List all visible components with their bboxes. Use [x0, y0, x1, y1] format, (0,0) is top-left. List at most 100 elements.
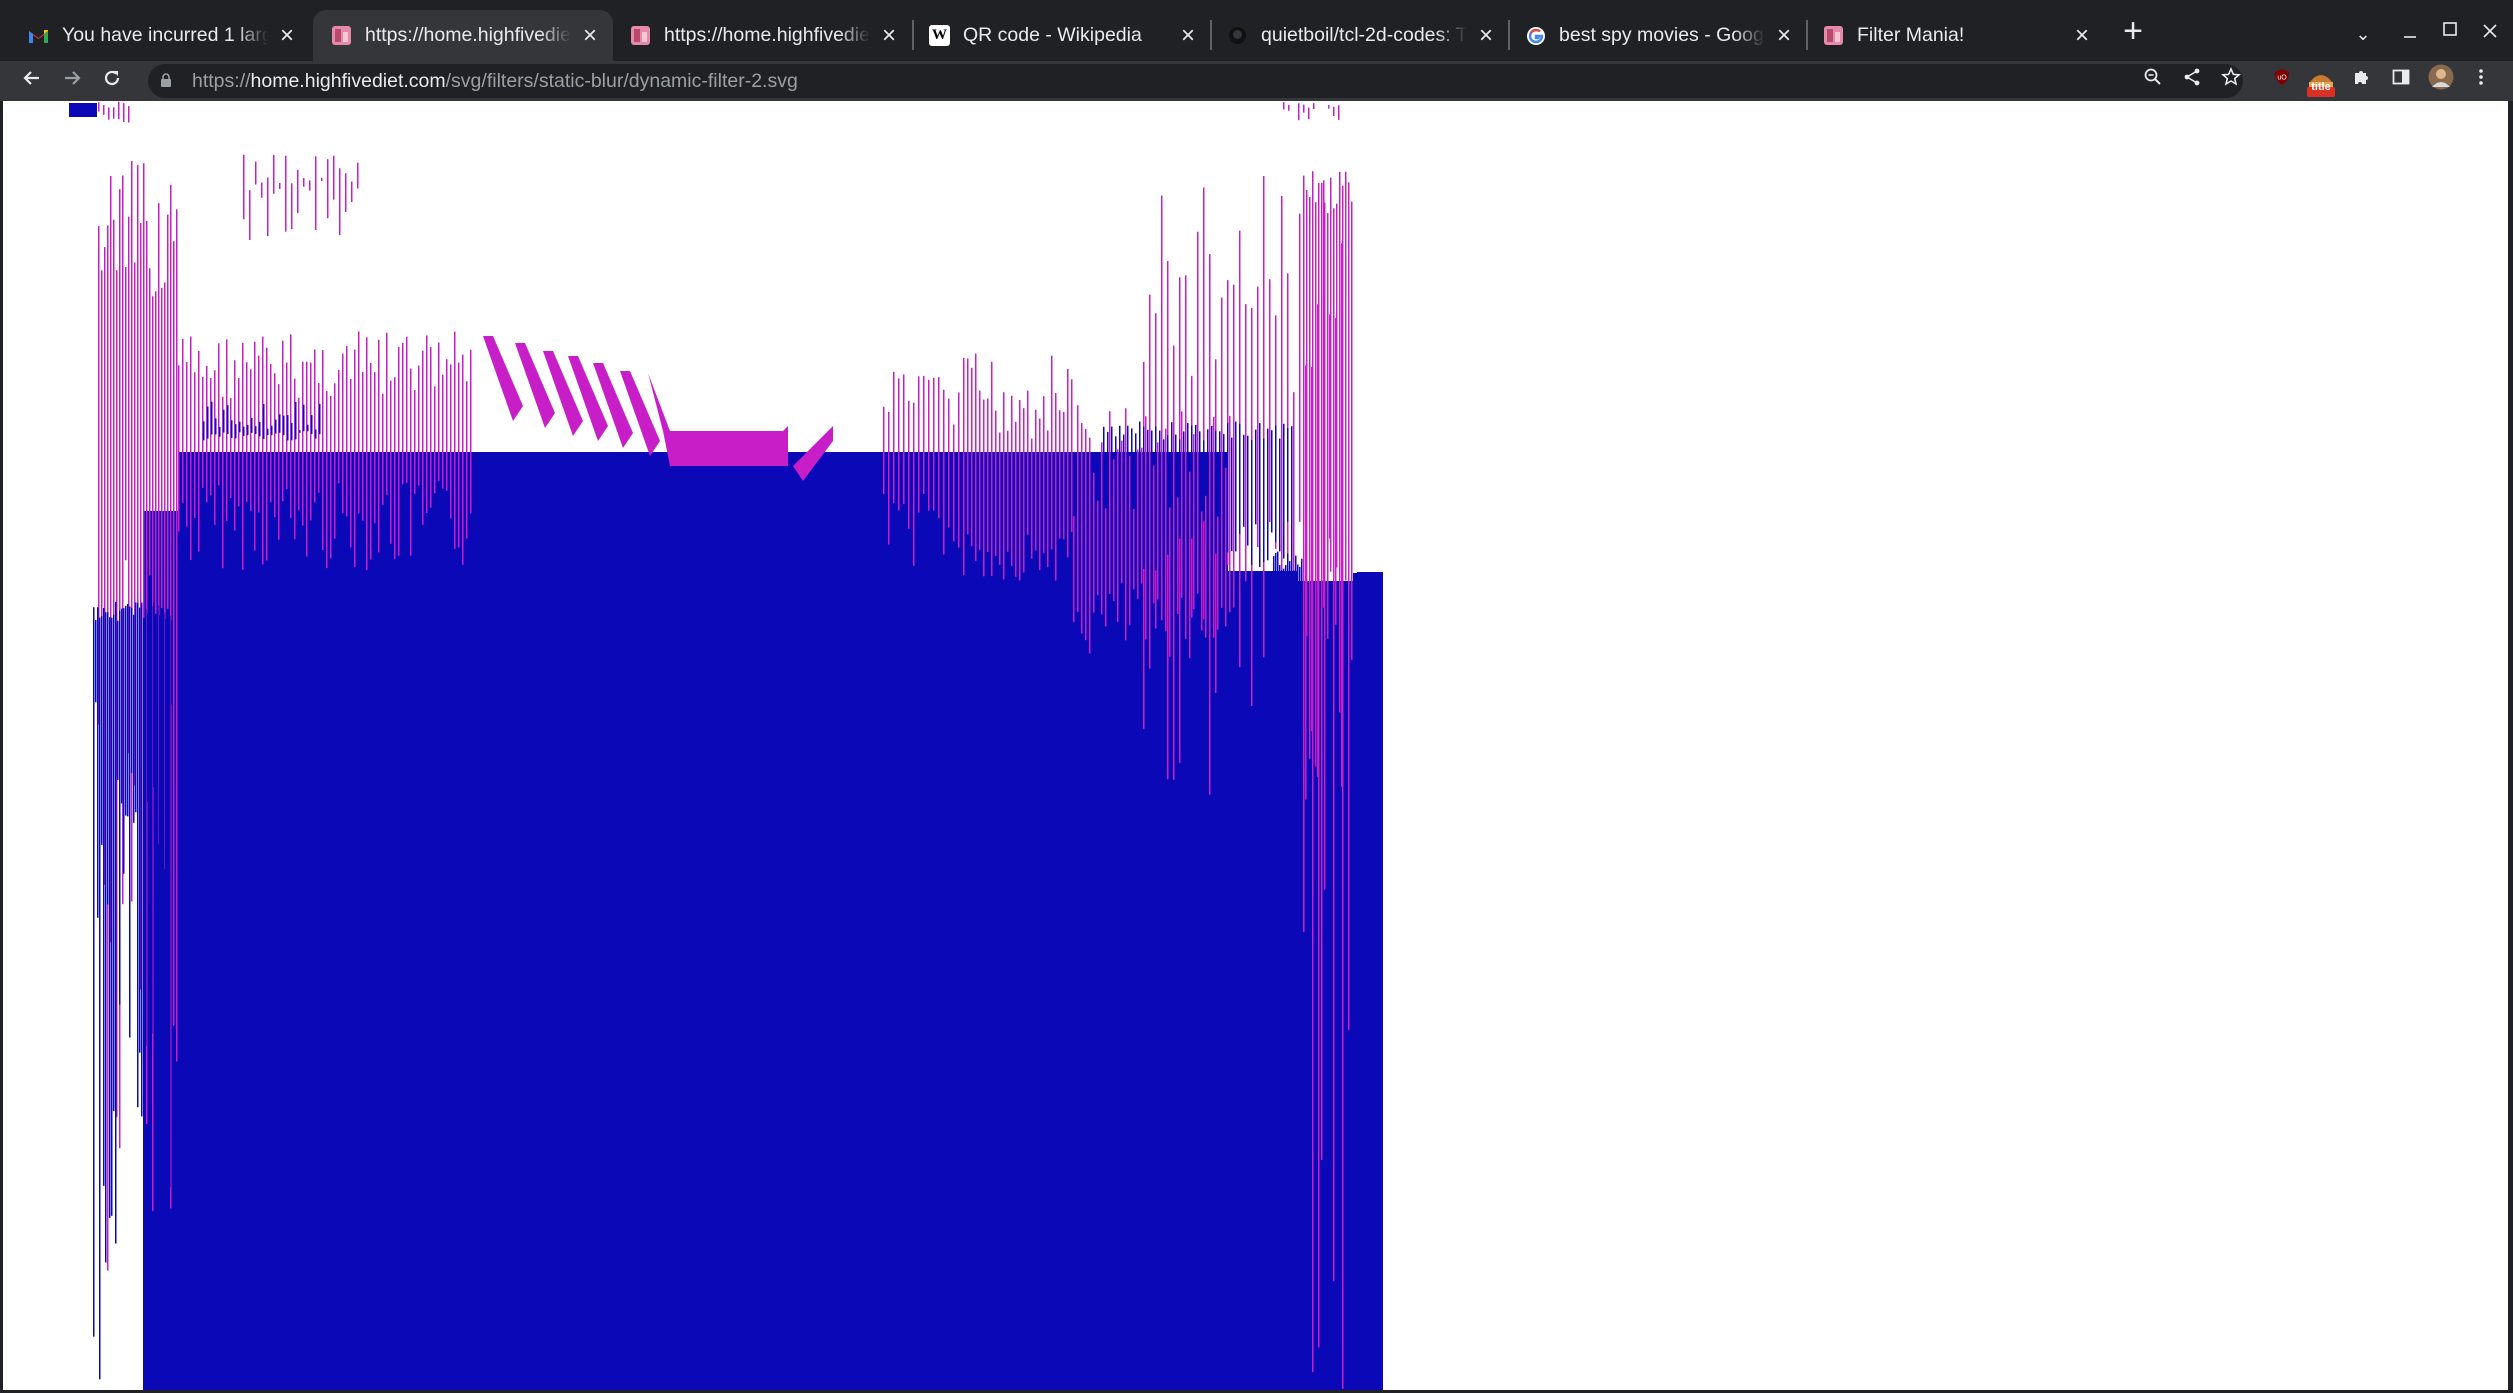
- lock-icon[interactable]: [158, 73, 174, 89]
- glitch-line: [271, 425, 273, 436]
- glitch-line: [1019, 400, 1021, 581]
- glitch-line: [1173, 345, 1175, 780]
- blue-block: [670, 466, 788, 486]
- glitch-line: [1245, 304, 1247, 582]
- zoom-icon[interactable]: [2136, 64, 2170, 98]
- back-arrow-icon[interactable]: [15, 64, 49, 98]
- glitch-line: [1181, 411, 1183, 598]
- url-path: /svg/filters/static-blur/dynamic-filter-…: [445, 69, 798, 92]
- tab-title: You have incurred 1 large: [62, 24, 268, 46]
- glitch-line: [1051, 355, 1053, 550]
- glitch-line: [1287, 427, 1289, 522]
- glitch-line: [173, 241, 175, 1026]
- glitch-line: [149, 268, 151, 576]
- glitch-line: [1213, 416, 1215, 638]
- close-icon[interactable]: ×: [1771, 22, 1797, 49]
- glitch-line: [1035, 409, 1037, 551]
- glitch-line: [971, 367, 973, 547]
- close-icon[interactable]: ×: [274, 22, 300, 49]
- glitch-line: [128, 106, 130, 123]
- glitch-line: [318, 383, 320, 493]
- minimize-window-button[interactable]: [2390, 14, 2430, 54]
- glitch-line: [454, 331, 456, 550]
- close-window-button[interactable]: [2470, 10, 2510, 50]
- ublock-origin-icon[interactable]: uO: [2265, 64, 2299, 98]
- glitch-line: [1221, 297, 1223, 536]
- glitch-line: [358, 331, 360, 514]
- glitch-line: [117, 620, 119, 780]
- glitch-line: [938, 377, 940, 519]
- glitch-line: [309, 180, 311, 191]
- glitch-line: [131, 607, 133, 774]
- bookmark-star-icon[interactable]: [2214, 64, 2248, 98]
- tab-highfivediet[interactable]: https://home.highfivediet ×: [612, 10, 912, 61]
- glitch-line: [414, 390, 416, 495]
- close-icon[interactable]: ×: [876, 22, 902, 49]
- close-icon[interactable]: ×: [577, 22, 603, 49]
- tab-gmail[interactable]: You have incurred 1 large ×: [10, 10, 310, 61]
- glitch-line: [1293, 570, 1295, 1317]
- glitch-line: [1281, 195, 1283, 607]
- side-panel-icon[interactable]: [2384, 64, 2418, 98]
- tab-wikipedia[interactable]: W QR code - Wikipedia ×: [911, 10, 1211, 61]
- tab-strip: You have incurred 1 large × https://home…: [0, 0, 2513, 61]
- maximize-window-button[interactable]: [2430, 8, 2470, 48]
- glitch-line: [1263, 176, 1265, 658]
- glitch-line: [346, 346, 348, 517]
- profile-avatar[interactable]: [2424, 64, 2458, 98]
- glitch-line: [97, 607, 99, 918]
- glitch-line: [267, 177, 269, 237]
- new-tab-button[interactable]: +: [2113, 11, 2153, 51]
- title-extension-icon[interactable]: title: [2302, 64, 2340, 98]
- glitch-line: [1285, 565, 1287, 712]
- glitch-line: [314, 349, 316, 503]
- tab-highfivediet-active[interactable]: https://home.highfivediet ×: [313, 10, 613, 61]
- glitch-line: [159, 615, 161, 1302]
- url-text: https://home.highfivediet.com/svg/filter…: [192, 70, 798, 93]
- share-icon[interactable]: [2175, 64, 2209, 98]
- glitch-line: [283, 415, 285, 436]
- tab-title: best spy movies - Google: [1559, 24, 1765, 46]
- glitch-line: [908, 400, 910, 529]
- tab-google-search[interactable]: best spy movies - Google ×: [1507, 10, 1807, 61]
- tab-filter-mania[interactable]: Filter Mania! ×: [1805, 10, 2105, 61]
- close-icon[interactable]: ×: [2069, 22, 2095, 49]
- glitch-line: [103, 105, 105, 115]
- glitch-line: [310, 362, 312, 521]
- glitch-line: [350, 379, 352, 548]
- glitch-line: [963, 357, 965, 576]
- glitch-line: [131, 161, 133, 902]
- glitch-line: [1277, 551, 1279, 1090]
- glitch-line: [234, 360, 236, 531]
- glitch-line: [255, 161, 257, 185]
- glitch-line: [888, 411, 890, 545]
- glitch-line: [291, 423, 293, 441]
- tab-search-chevron-down-icon[interactable]: ⌄: [2343, 14, 2383, 54]
- glitch-line: [315, 156, 317, 230]
- reload-icon[interactable]: [95, 64, 129, 98]
- glitch-line: [171, 620, 173, 705]
- more-menu-icon[interactable]: [2464, 64, 2498, 98]
- close-icon[interactable]: ×: [1473, 22, 1499, 49]
- glitch-line: [235, 424, 237, 439]
- glitch-line: [382, 393, 384, 505]
- address-bar[interactable]: https://home.highfivediet.com/svg/filter…: [148, 64, 2243, 98]
- glitch-line: [1271, 430, 1273, 533]
- glitch-line: [345, 173, 347, 212]
- glitch-line: [1137, 449, 1139, 599]
- glitch-line: [462, 354, 464, 565]
- glitch-line: [1283, 568, 1285, 1160]
- glitch-line: [231, 420, 233, 439]
- extensions-puzzle-icon[interactable]: [2345, 64, 2379, 98]
- glitch-line: [1227, 422, 1229, 553]
- glitch-line: [1328, 105, 1330, 109]
- glitch-line: [1157, 442, 1159, 600]
- tab-github[interactable]: quietboil/tcl-2d-codes: TC ×: [1209, 10, 1509, 61]
- url-host: home.highfivediet.com: [250, 69, 446, 92]
- glitch-line: [1279, 565, 1281, 1179]
- glitch-line: [948, 398, 950, 528]
- close-icon[interactable]: ×: [1175, 22, 1201, 49]
- glitch-line: [239, 421, 241, 433]
- forward-arrow-icon[interactable]: [55, 64, 89, 98]
- glitch-line: [1203, 440, 1205, 522]
